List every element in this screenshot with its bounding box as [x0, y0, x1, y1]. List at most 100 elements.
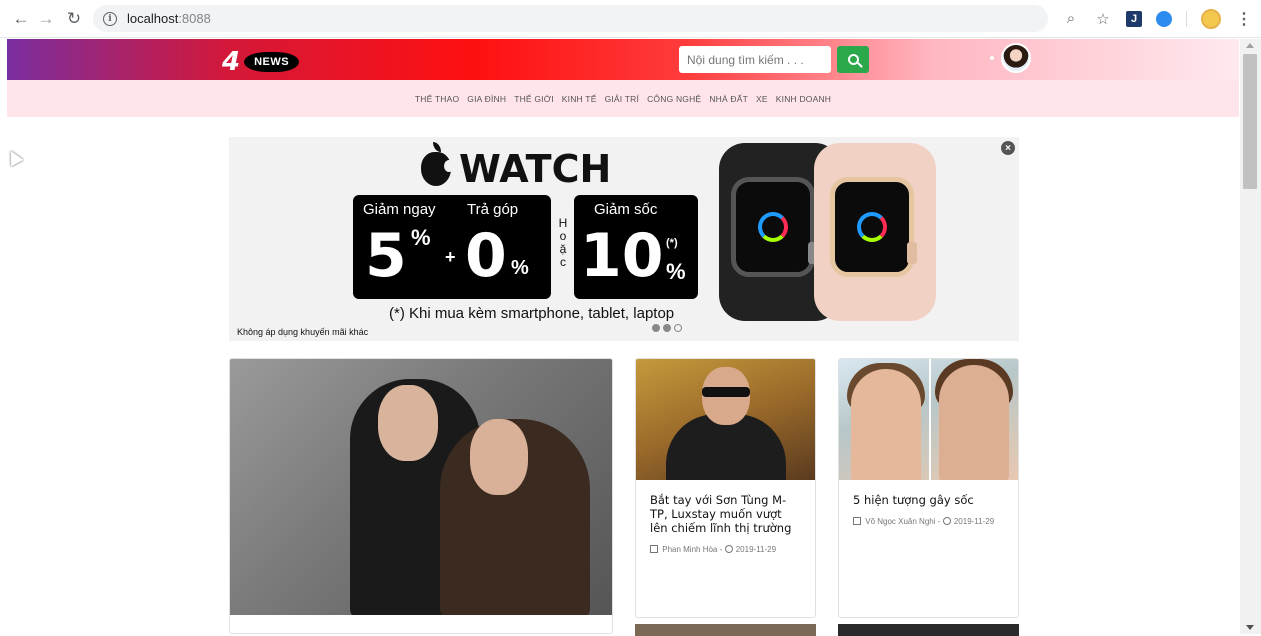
browser-toolbar: ← → ↻ i localhost:8088 ⌕ ☆ J ⋮: [0, 0, 1261, 38]
carousel-dot[interactable]: [652, 324, 660, 332]
nav-item-xe[interactable]: XE: [756, 94, 768, 104]
logo-number: 4: [222, 47, 241, 77]
carousel-dot-active[interactable]: [674, 324, 682, 332]
article-meta: Phan Minh Hòa - 2019-11-29: [650, 544, 801, 555]
star-icon[interactable]: ☆: [1094, 10, 1112, 28]
photo-figure: [378, 385, 438, 461]
featured-article-image[interactable]: [230, 359, 612, 615]
promo-plus: +: [445, 247, 456, 267]
nav-item-nha-dat[interactable]: NHÀ ĐẤT: [709, 94, 748, 104]
promo-box-shock: Giảm sốc 10 (*) %: [574, 195, 698, 299]
menu-dots-icon[interactable]: ⋮: [1235, 10, 1253, 28]
next-article-image[interactable]: [635, 624, 816, 636]
nav-item-cong-nghe[interactable]: CÔNG NGHỆ: [647, 94, 701, 104]
ad-hoac-text: H o ặ c: [558, 216, 568, 269]
promo-value-10: 10: [580, 221, 664, 291]
photo-figure: [702, 387, 750, 397]
watch-face: [731, 177, 818, 277]
clock-icon: [724, 545, 733, 553]
edit-icon: [853, 517, 861, 525]
browser-actions: ⌕ ☆ J ⋮: [1062, 8, 1253, 29]
promo-box-discount: Giảm ngay Trả góp 5 % + 0 %: [353, 195, 551, 299]
promo-head-tra-gop: Trả góp: [467, 201, 519, 218]
article-card-body: Bắt tay với Sơn Tùng M-TP, Luxstay muốn …: [636, 480, 815, 555]
scroll-up-icon[interactable]: [1246, 43, 1254, 48]
logo-badge: NEWS: [244, 52, 300, 72]
article-card-image[interactable]: [636, 359, 815, 480]
close-icon[interactable]: ×: [1001, 141, 1015, 155]
carousel-dot[interactable]: [663, 324, 671, 332]
address-bar[interactable]: i localhost:8088: [93, 5, 1048, 32]
url-text[interactable]: localhost:8088: [127, 11, 211, 26]
article-date: 2019-11-29: [953, 517, 995, 526]
site-logo[interactable]: 4 NEWS: [222, 47, 300, 77]
article-card[interactable]: Bắt tay với Sơn Tùng M-TP, Luxstay muốn …: [635, 358, 816, 618]
promo-asterisk: (*): [666, 237, 678, 249]
ad-note: (*) Khi mua kèm smartphone, tablet, lapt…: [389, 305, 675, 322]
article-meta: Võ Ngọc Xuân Nghi - 2019-11-29: [853, 516, 1004, 527]
ad-disclaimer: Không áp dụng khuyến mãi khác: [237, 327, 369, 337]
site-header: 4 NEWS: [7, 39, 1239, 80]
article-card-body: 5 hiện tượng gây sốc Võ Ngọc Xuân Nghi -…: [839, 480, 1018, 527]
article-author: Phan Minh Hòa: [662, 545, 718, 554]
ad-title-text: WATCH: [459, 147, 612, 191]
clock-icon: [942, 517, 951, 525]
nav-item-kinh-doanh[interactable]: KINH DOANH: [776, 94, 831, 104]
page-scrollbar[interactable]: [1240, 39, 1261, 634]
article-author: Võ Ngọc Xuân Nghi: [865, 517, 936, 526]
article-date: 2019-11-29: [735, 545, 777, 554]
ad-title: WATCH: [421, 142, 612, 191]
scroll-thumb[interactable]: [1243, 54, 1257, 189]
promo-head-giam-ngay: Giảm ngay: [363, 201, 436, 218]
extension-j-icon[interactable]: J: [1126, 10, 1142, 27]
ad-banner[interactable]: WATCH Giảm ngay Trả góp 5 % + 0 % H o ặ …: [229, 137, 1019, 341]
nav-item-gia-dinh[interactable]: GIA ĐÌNH: [467, 94, 506, 104]
carousel-dots: [652, 324, 682, 332]
activity-ring-icon: [857, 212, 887, 242]
scroll-down-icon[interactable]: [1246, 625, 1254, 630]
article-card[interactable]: 5 hiện tượng gây sốc Võ Ngọc Xuân Nghi -…: [838, 358, 1019, 618]
promo-value-5: 5: [365, 221, 407, 291]
profile-avatar-icon[interactable]: [1201, 8, 1221, 29]
search-input[interactable]: [679, 46, 831, 73]
extension-blue-icon[interactable]: [1156, 10, 1172, 27]
search-icon: [847, 54, 859, 65]
arrow-right-icon[interactable]: →: [35, 8, 57, 30]
photo-figure: [939, 365, 1009, 480]
activity-ring-icon: [758, 212, 788, 242]
promo-pct-5: %: [411, 225, 431, 250]
category-nav: THỂ THAO GIA ĐÌNH THẾ GIỚI KINH TẾ GIẢI …: [7, 80, 1239, 117]
search-button[interactable]: [837, 46, 869, 73]
meta-separator: -: [935, 517, 943, 526]
article-card-image[interactable]: [839, 359, 1018, 480]
user-avatar[interactable]: [1001, 43, 1031, 73]
watch-crown: [907, 242, 917, 264]
promo-head-giam-soc: Giảm sốc: [594, 201, 658, 218]
nav-item-the-gioi[interactable]: THẾ GIỚI: [514, 94, 554, 104]
next-article-image[interactable]: [838, 624, 1019, 636]
watch-pink-image: [814, 143, 936, 321]
watch-face: [830, 177, 917, 277]
featured-article[interactable]: [229, 358, 613, 634]
arrow-left-icon[interactable]: ←: [10, 8, 32, 30]
edit-icon: [650, 545, 658, 553]
nav-item-kinh-te[interactable]: KINH TẾ: [562, 94, 597, 104]
article-title[interactable]: 5 hiện tượng gây sốc: [853, 493, 1004, 507]
promo-pct-0: %: [511, 257, 529, 279]
avatar-indicator: [990, 56, 994, 60]
apple-logo-icon: [421, 142, 454, 186]
reload-icon[interactable]: ↻: [63, 8, 85, 30]
article-title[interactable]: Bắt tay với Sơn Tùng M-TP, Luxstay muốn …: [650, 493, 801, 535]
photo-divider: [929, 359, 931, 480]
nav-item-the-thao[interactable]: THỂ THAO: [415, 94, 459, 104]
photo-figure: [470, 419, 528, 495]
info-icon[interactable]: i: [103, 11, 117, 26]
url-host: localhost: [127, 11, 179, 26]
mouse-cursor-icon: [4, 147, 24, 167]
photo-figure: [851, 369, 921, 480]
nav-item-giai-tri[interactable]: GIẢI TRÍ: [605, 94, 640, 104]
zoom-icon[interactable]: ⌕: [1062, 10, 1080, 28]
meta-separator: -: [717, 545, 725, 554]
url-port: :8088: [178, 11, 211, 26]
toolbar-divider: [1186, 10, 1187, 27]
